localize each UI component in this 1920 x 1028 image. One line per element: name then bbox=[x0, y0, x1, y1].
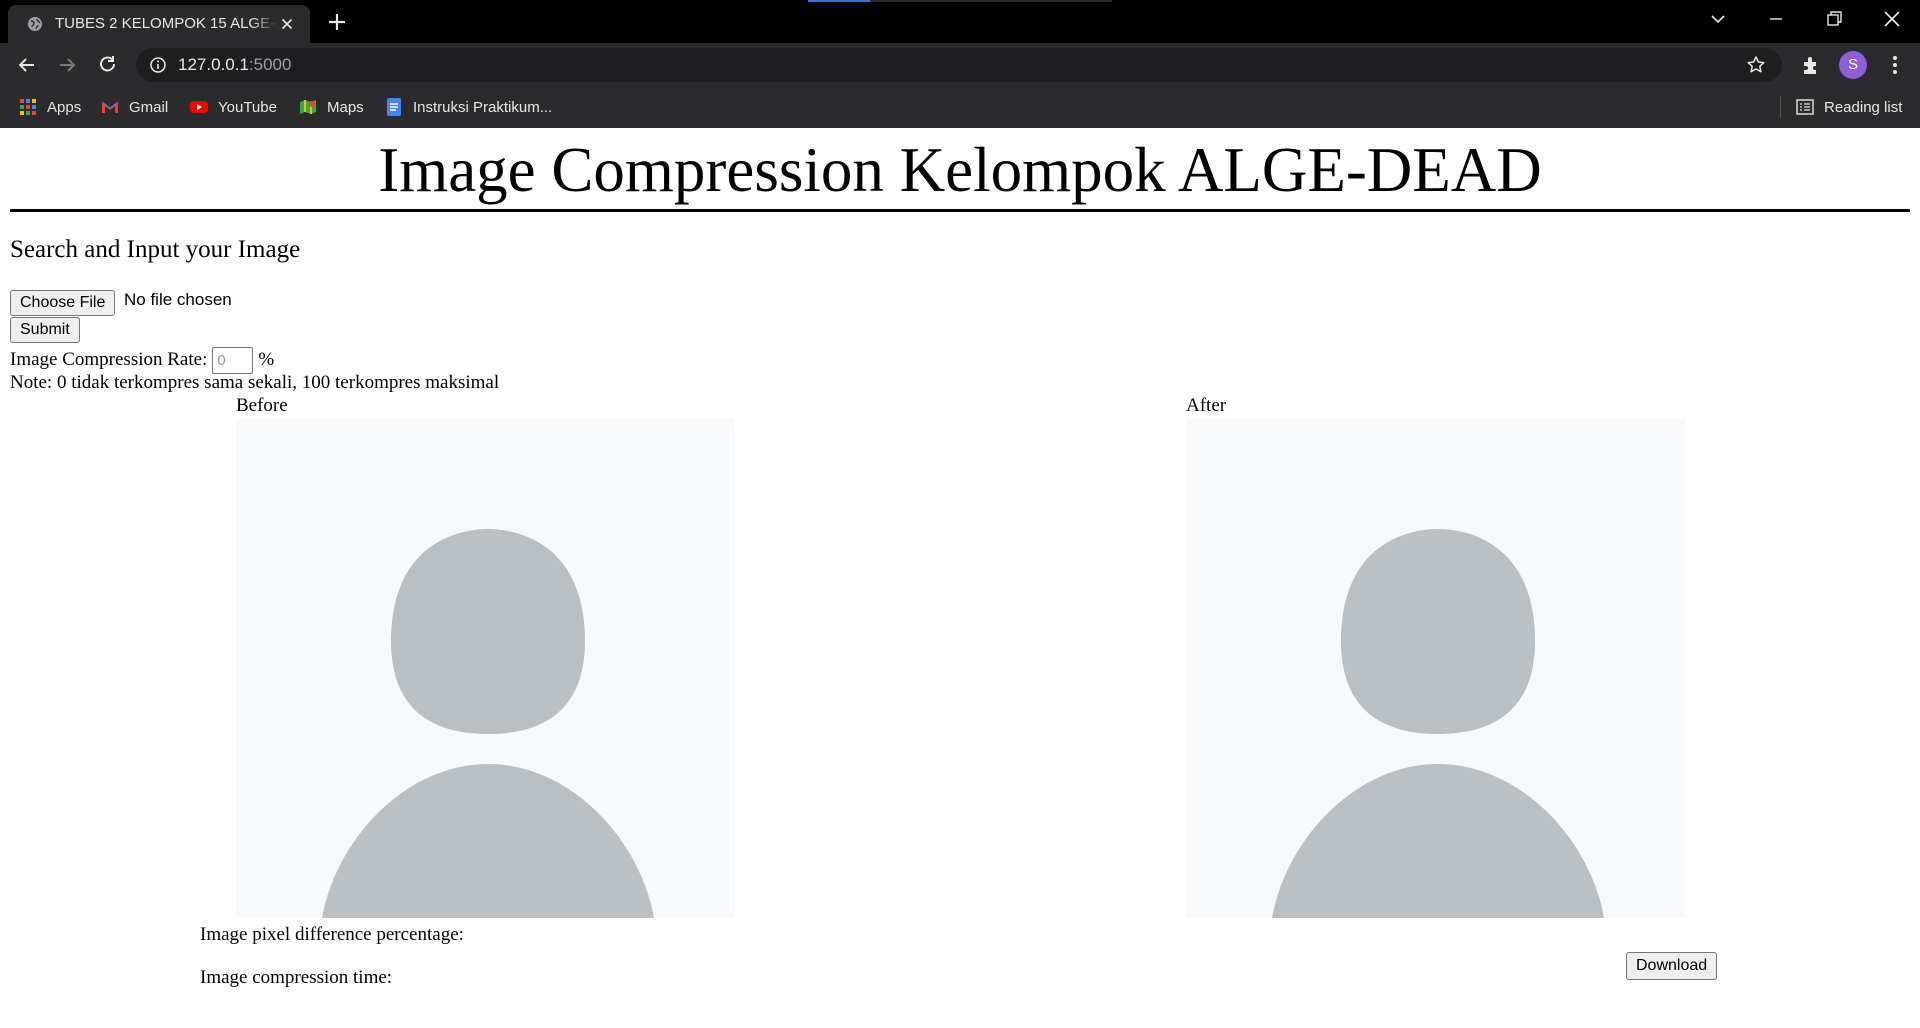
site-info-icon[interactable] bbox=[149, 56, 167, 74]
upload-heading: Search and Input your Image bbox=[10, 236, 301, 263]
gmail-icon bbox=[101, 101, 119, 113]
after-label: After bbox=[1186, 395, 1227, 416]
download-button[interactable]: Download bbox=[1626, 952, 1718, 980]
compression-note: Note: 0 tidak terkompres sama sekali, 10… bbox=[10, 372, 500, 393]
web-page: Image Compression Kelompok ALGE-DEAD Sea… bbox=[0, 128, 1920, 1028]
restore-icon[interactable] bbox=[1821, 6, 1847, 32]
compression-rate-unit: % bbox=[258, 349, 275, 370]
browser-tabstrip: TUBES 2 KELOMPOK 15 ALGE-DEAD bbox=[0, 0, 1920, 43]
reading-list-button[interactable]: Reading list bbox=[1796, 86, 1902, 128]
reading-list-icon bbox=[1796, 99, 1814, 115]
choose-file-button[interactable]: Choose File bbox=[10, 290, 116, 316]
profile-avatar[interactable]: S bbox=[1839, 51, 1867, 79]
reading-list-label: Reading list bbox=[1824, 98, 1903, 116]
title-divider bbox=[10, 209, 1910, 212]
bookmark-apps[interactable]: Apps bbox=[19, 86, 81, 128]
browser-tab[interactable]: TUBES 2 KELOMPOK 15 ALGE-DEAD bbox=[8, 5, 310, 43]
youtube-icon bbox=[190, 101, 208, 113]
pixel-difference-label: Image pixel difference percentage: bbox=[200, 924, 464, 945]
bookmark-gmail[interactable]: Gmail bbox=[101, 86, 168, 128]
after-image-placeholder bbox=[1186, 419, 1685, 918]
bookmark-maps[interactable]: Maps bbox=[299, 86, 364, 128]
page-title: Image Compression Kelompok ALGE-DEAD bbox=[378, 135, 1542, 205]
before-label: Before bbox=[236, 395, 288, 416]
url-text: 127.0.0.1:5000 bbox=[178, 55, 292, 74]
extensions-puzzle-icon[interactable] bbox=[1800, 53, 1824, 77]
close-tab-icon[interactable] bbox=[279, 16, 295, 32]
tab-loading-indicator bbox=[808, 0, 1112, 2]
before-image-placeholder bbox=[236, 419, 735, 918]
minimize-icon[interactable] bbox=[1763, 6, 1789, 32]
tab-search-chevron-icon[interactable] bbox=[1705, 6, 1731, 32]
maps-icon bbox=[300, 100, 316, 114]
bookmark-label: Gmail bbox=[129, 98, 169, 116]
bookmark-label: Apps bbox=[47, 98, 82, 116]
forward-icon[interactable] bbox=[54, 52, 80, 78]
user-silhouette-icon bbox=[1272, 529, 1604, 918]
bookmark-youtube[interactable]: YouTube bbox=[190, 86, 277, 128]
apps-grid-icon bbox=[20, 99, 36, 115]
bookmark-instruksi[interactable]: Instruksi Praktikum... bbox=[385, 86, 552, 128]
submit-button[interactable]: Submit bbox=[10, 317, 80, 343]
compression-rate-input[interactable]: 0 bbox=[212, 346, 254, 374]
bookmark-label: YouTube bbox=[218, 98, 277, 116]
more-menu-icon[interactable] bbox=[1883, 53, 1907, 77]
bookmarks-bar: Apps Gmail YouTube Maps Instruksi Prakti… bbox=[0, 86, 1920, 128]
bookmark-star-icon[interactable] bbox=[1746, 55, 1766, 75]
new-tab-icon[interactable] bbox=[325, 10, 349, 34]
compression-rate-label: Image Compression Rate: bbox=[10, 349, 208, 370]
window-close-icon[interactable] bbox=[1879, 6, 1905, 32]
compression-time-label: Image compression time: bbox=[200, 967, 393, 988]
bookmark-label: Instruksi Praktikum... bbox=[413, 98, 553, 116]
bookmarks-divider bbox=[1780, 96, 1781, 118]
user-silhouette-icon bbox=[322, 529, 654, 918]
tab-title: TUBES 2 KELOMPOK 15 ALGE-DEAD bbox=[55, 5, 277, 43]
address-bar[interactable]: 127.0.0.1:5000 bbox=[136, 48, 1782, 82]
compression-rate-row: Image Compression Rate: 0 % bbox=[10, 346, 274, 374]
docs-icon bbox=[387, 98, 401, 116]
file-status: No file chosen bbox=[124, 290, 232, 309]
back-icon[interactable] bbox=[14, 52, 40, 78]
browser-toolbar: 127.0.0.1:5000 S bbox=[0, 43, 1920, 86]
reload-icon[interactable] bbox=[95, 52, 121, 78]
globe-icon bbox=[28, 17, 42, 31]
bookmark-label: Maps bbox=[327, 98, 364, 116]
